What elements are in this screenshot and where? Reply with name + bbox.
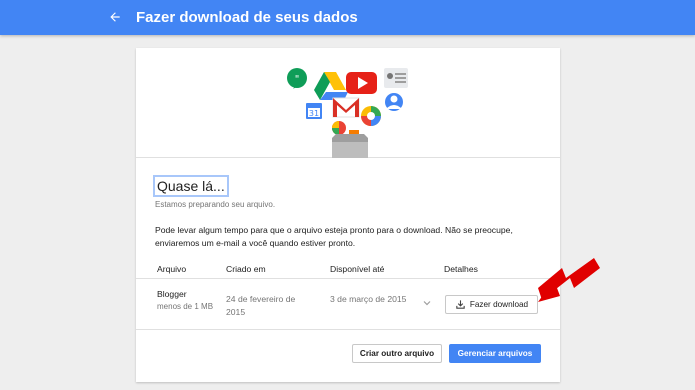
- box-icon: [332, 134, 368, 158]
- archive-name: Blogger: [157, 289, 187, 299]
- page-title: Fazer download de seus dados: [136, 9, 358, 26]
- status-heading: Quase lá...: [153, 175, 229, 197]
- gmail-icon: [332, 97, 360, 118]
- drive-icon: [314, 72, 348, 100]
- picasa-icon: [361, 106, 381, 126]
- column-header-details: Detalhes: [444, 264, 478, 274]
- column-header-created: Criado em: [226, 264, 266, 274]
- profile-icon: [385, 93, 403, 111]
- download-icon: [456, 300, 465, 309]
- contacts-icon: [384, 68, 408, 88]
- arrow-back-icon: [110, 12, 120, 22]
- create-another-archive-button[interactable]: Criar outro arquivo: [352, 344, 442, 363]
- download-card: " 31 Quase lá... Estamos preparando seu …: [136, 48, 560, 382]
- red-arrow-annotation: [538, 258, 600, 302]
- column-header-available: Disponível até: [330, 264, 385, 274]
- download-button-label: Fazer download: [469, 300, 529, 309]
- hangouts-icon: ": [287, 68, 307, 89]
- manage-archives-button[interactable]: Gerenciar arquivos: [449, 344, 541, 363]
- table-row: Blogger menos de 1 MB 24 de fevereiro de…: [136, 280, 560, 330]
- archive-expiry-date: 3 de março de 2015: [330, 294, 407, 304]
- status-subheading: Estamos preparando seu arquivo.: [155, 200, 276, 209]
- calendar-icon: 31: [306, 103, 322, 119]
- archive-created-date: 24 de fevereiro de 2015: [226, 294, 296, 317]
- back-button[interactable]: [104, 6, 126, 28]
- svg-text:31: 31: [309, 109, 319, 118]
- status-message: Pode levar algum tempo para que o arquiv…: [155, 225, 513, 248]
- chevron-down-icon[interactable]: [422, 298, 432, 308]
- app-header: Fazer download de seus dados: [0, 0, 695, 35]
- download-button[interactable]: Fazer download: [445, 295, 538, 314]
- youtube-icon: [346, 72, 377, 94]
- hero-illustration: " 31: [136, 48, 560, 158]
- column-header-file: Arquivo: [157, 264, 187, 274]
- archive-size: menos de 1 MB: [157, 302, 214, 311]
- archive-table-header: Arquivo Criado em Disponível até Detalhe…: [136, 261, 560, 279]
- svg-text:": ": [295, 74, 300, 85]
